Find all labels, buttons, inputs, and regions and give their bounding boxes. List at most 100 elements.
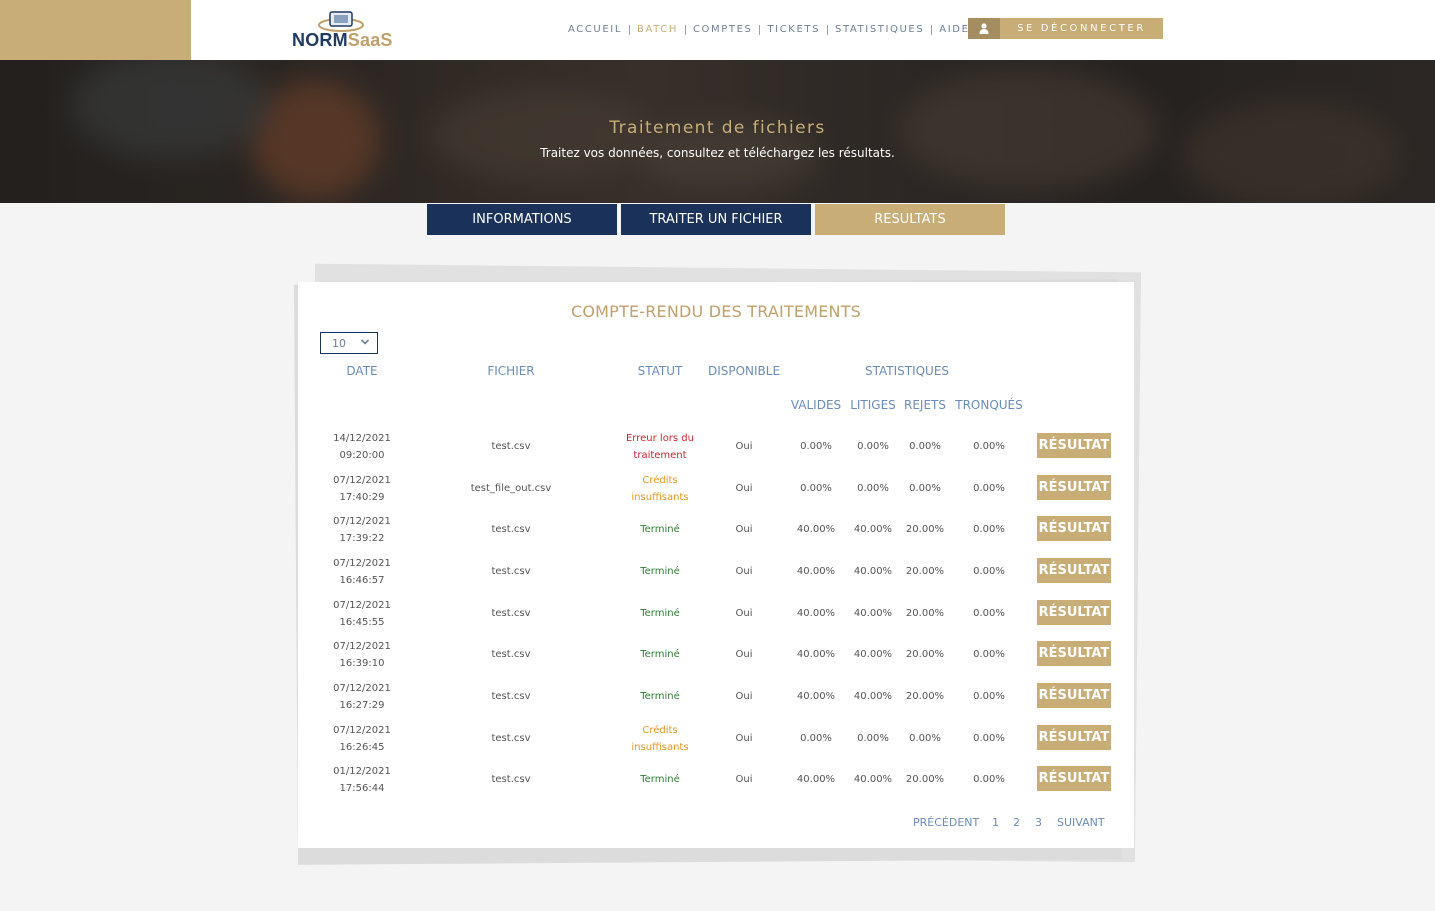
cell-valid: 0.00% [800, 483, 832, 494]
column-header-truncated[interactable]: TRONQUÉS [951, 398, 1027, 412]
cell-available: Oui [735, 524, 753, 535]
cell-status: Terminé [640, 774, 680, 785]
column-header-file[interactable]: FICHIER [451, 364, 571, 378]
cell-truncated: 0.00% [973, 733, 1005, 744]
cell-truncated: 0.00% [973, 483, 1005, 494]
result-button[interactable]: RÉSULTAT [1037, 558, 1111, 583]
pagination-page-1[interactable]: 1 [992, 816, 999, 829]
table-row: 14/12/2021 09:20:00 test.csv Erreur lors … [298, 426, 1134, 467]
nav-separator [629, 24, 630, 35]
cell-truncated: 0.00% [973, 566, 1005, 577]
result-button[interactable]: RÉSULTAT [1037, 766, 1111, 791]
cell-file: test.csv [491, 566, 531, 577]
column-header-rejects[interactable]: REJETS [899, 398, 951, 412]
result-button[interactable]: RÉSULTAT [1037, 725, 1111, 750]
cell-valid: 40.00% [796, 691, 836, 702]
result-button[interactable]: RÉSULTAT [1037, 516, 1111, 541]
cell-rejects: 20.00% [905, 774, 945, 785]
table-row: 07/12/2021 16:46:57 test.csv Terminé Oui … [298, 551, 1134, 592]
nav-statistiques[interactable]: STATISTIQUES [835, 24, 924, 35]
cell-disputes: 0.00% [857, 441, 889, 452]
nav-accueil[interactable]: ACCUEIL [568, 24, 622, 35]
result-button[interactable]: RÉSULTAT [1037, 475, 1111, 500]
cell-valid: 40.00% [796, 649, 836, 660]
cell-truncated: 0.00% [973, 441, 1005, 452]
cell-available: Oui [735, 483, 753, 494]
cell-disputes: 40.00% [853, 566, 893, 577]
cell-rejects: 0.00% [909, 733, 941, 744]
cell-status: Terminé [640, 566, 680, 577]
tab-traiter-un-fichier[interactable]: TRAITER UN FICHIER [621, 204, 811, 235]
cell-rejects: 20.00% [905, 566, 945, 577]
results-title: COMPTE-RENDU DES TRAITEMENTS [570, 302, 862, 321]
cell-status: Terminé [640, 524, 680, 535]
cell-status: Crédits insuffisants [631, 724, 689, 753]
cell-date: 14/12/2021 09:20:00 [333, 432, 391, 461]
pagination-previous[interactable]: PRÉCÉDENT [913, 816, 979, 829]
column-header-valid[interactable]: VALIDES [784, 398, 848, 412]
cell-available: Oui [735, 441, 753, 452]
tab-resultats[interactable]: RESULTATS [815, 204, 1005, 235]
page-length-select[interactable]: 10 [320, 332, 378, 354]
nav-comptes[interactable]: COMPTES [693, 24, 753, 35]
cell-rejects: 20.00% [905, 691, 945, 702]
cell-available: Oui [735, 566, 753, 577]
cell-file: test.csv [491, 441, 531, 452]
column-header-disputes[interactable]: LITIGES [843, 398, 903, 412]
chevron-down-icon [360, 339, 370, 345]
cell-status: Erreur lors du traitement [625, 432, 694, 461]
cell-date: 07/12/2021 16:45:55 [333, 599, 391, 628]
tab-informations[interactable]: INFORMATIONS [427, 204, 617, 235]
cell-disputes: 40.00% [853, 649, 893, 660]
result-button[interactable]: RÉSULTAT [1037, 641, 1111, 666]
cell-available: Oui [735, 608, 753, 619]
cell-valid: 0.00% [800, 733, 832, 744]
nav-tickets[interactable]: TICKETS [767, 24, 820, 35]
nav-separator [931, 24, 933, 35]
cell-truncated: 0.00% [973, 649, 1005, 660]
cell-disputes: 0.00% [857, 483, 889, 494]
hero-title: Traitement de fichiers [609, 118, 826, 138]
logo-text-saas: SaaS [347, 30, 393, 50]
cell-truncated: 0.00% [973, 524, 1005, 535]
user-icon [968, 18, 1000, 39]
nav-separator [684, 24, 686, 35]
nav-aide[interactable]: AIDE [939, 24, 969, 35]
pagination-page-3[interactable]: 3 [1035, 816, 1042, 829]
cell-available: Oui [735, 774, 753, 785]
normsaas-logo[interactable]: NORMSaaS [292, 10, 432, 50]
column-header-available[interactable]: DISPONIBLE [699, 364, 789, 378]
results-card: COMPTE-RENDU DES TRAITEMENTS 10 DATE FIC… [298, 282, 1134, 848]
table-row: 01/12/2021 17:56:44 test.csv Terminé Oui … [298, 759, 1134, 800]
column-header-status[interactable]: STATUT [620, 364, 700, 378]
table-row: 07/12/2021 16:39:10 test.csv Terminé Oui … [298, 634, 1134, 675]
table-row: 07/12/2021 17:40:29 test_file_out.csv Cré… [298, 468, 1134, 509]
table-row: 07/12/2021 16:27:29 test.csv Terminé Oui … [298, 676, 1134, 717]
cell-file: test.csv [491, 608, 531, 619]
table-row: 07/12/2021 17:39:22 test.csv Terminé Oui … [298, 509, 1134, 550]
cell-status: Terminé [640, 608, 680, 619]
cell-valid: 0.00% [800, 441, 832, 452]
logout-button[interactable]: SE DÉCONNECTER [968, 18, 1163, 39]
column-header-date[interactable]: DATE [322, 364, 402, 378]
nav-batch[interactable]: BATCH [637, 24, 678, 35]
cell-available: Oui [735, 691, 753, 702]
pagination-next[interactable]: SUIVANT [1057, 816, 1105, 829]
cell-available: Oui [735, 649, 753, 660]
cell-file: test_file_out.csv [470, 483, 552, 494]
pagination-page-2[interactable]: 2 [1013, 816, 1020, 829]
result-button[interactable]: RÉSULTAT [1037, 433, 1111, 458]
result-button[interactable]: RÉSULTAT [1037, 683, 1111, 708]
result-button[interactable]: RÉSULTAT [1037, 600, 1111, 625]
cell-date: 07/12/2021 16:27:29 [333, 682, 391, 711]
nav-separator [759, 24, 761, 35]
cell-date: 07/12/2021 16:26:45 [333, 724, 391, 753]
cell-disputes: 0.00% [857, 733, 889, 744]
cell-file: test.csv [491, 691, 531, 702]
logout-label: SE DÉCONNECTER [1017, 23, 1146, 34]
top-header: NORMSaaS ACCUEIL BATCH COMPTES TICKETS S… [0, 0, 1435, 60]
hero-banner: Traitement de fichiers Traitez vos donné… [0, 60, 1435, 203]
cell-file: test.csv [491, 649, 531, 660]
cell-file: test.csv [491, 733, 531, 744]
cell-file: test.csv [491, 524, 531, 535]
